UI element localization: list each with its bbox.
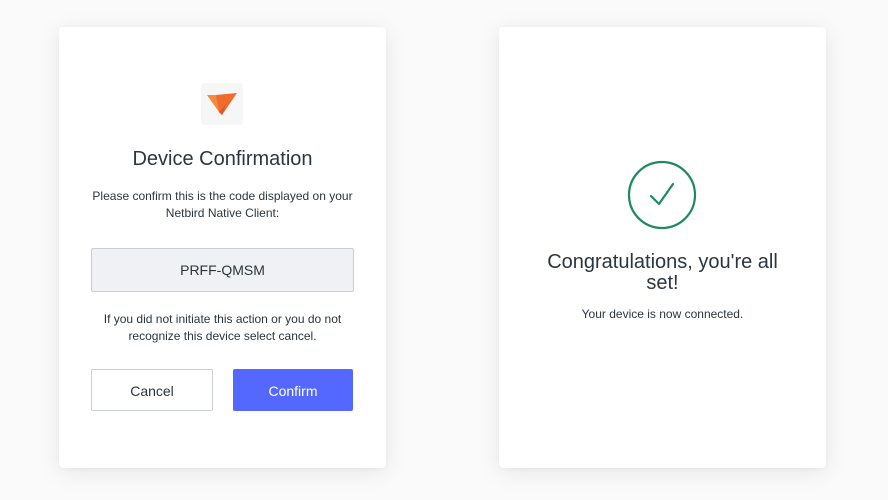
success-message: Your device is now connected. — [581, 307, 744, 321]
success-title: Congratulations, you're all set! — [547, 251, 778, 294]
success-card: Congratulations, you're all set! Your de… — [499, 27, 826, 468]
device-code: PRFF-QMSM — [91, 248, 354, 292]
check-circle-icon — [627, 160, 697, 230]
cancel-button[interactable]: Cancel — [91, 369, 213, 411]
page-title: Device Confirmation — [132, 148, 313, 170]
device-confirmation-card: Device Confirmation Please confirm this … — [59, 27, 386, 468]
confirmation-description: Please confirm this is the code displaye… — [92, 189, 353, 220]
confirm-button[interactable]: Confirm — [233, 369, 353, 411]
netbird-logo-icon — [201, 83, 243, 125]
cancel-note: If you did not initiate this action or y… — [103, 312, 342, 343]
